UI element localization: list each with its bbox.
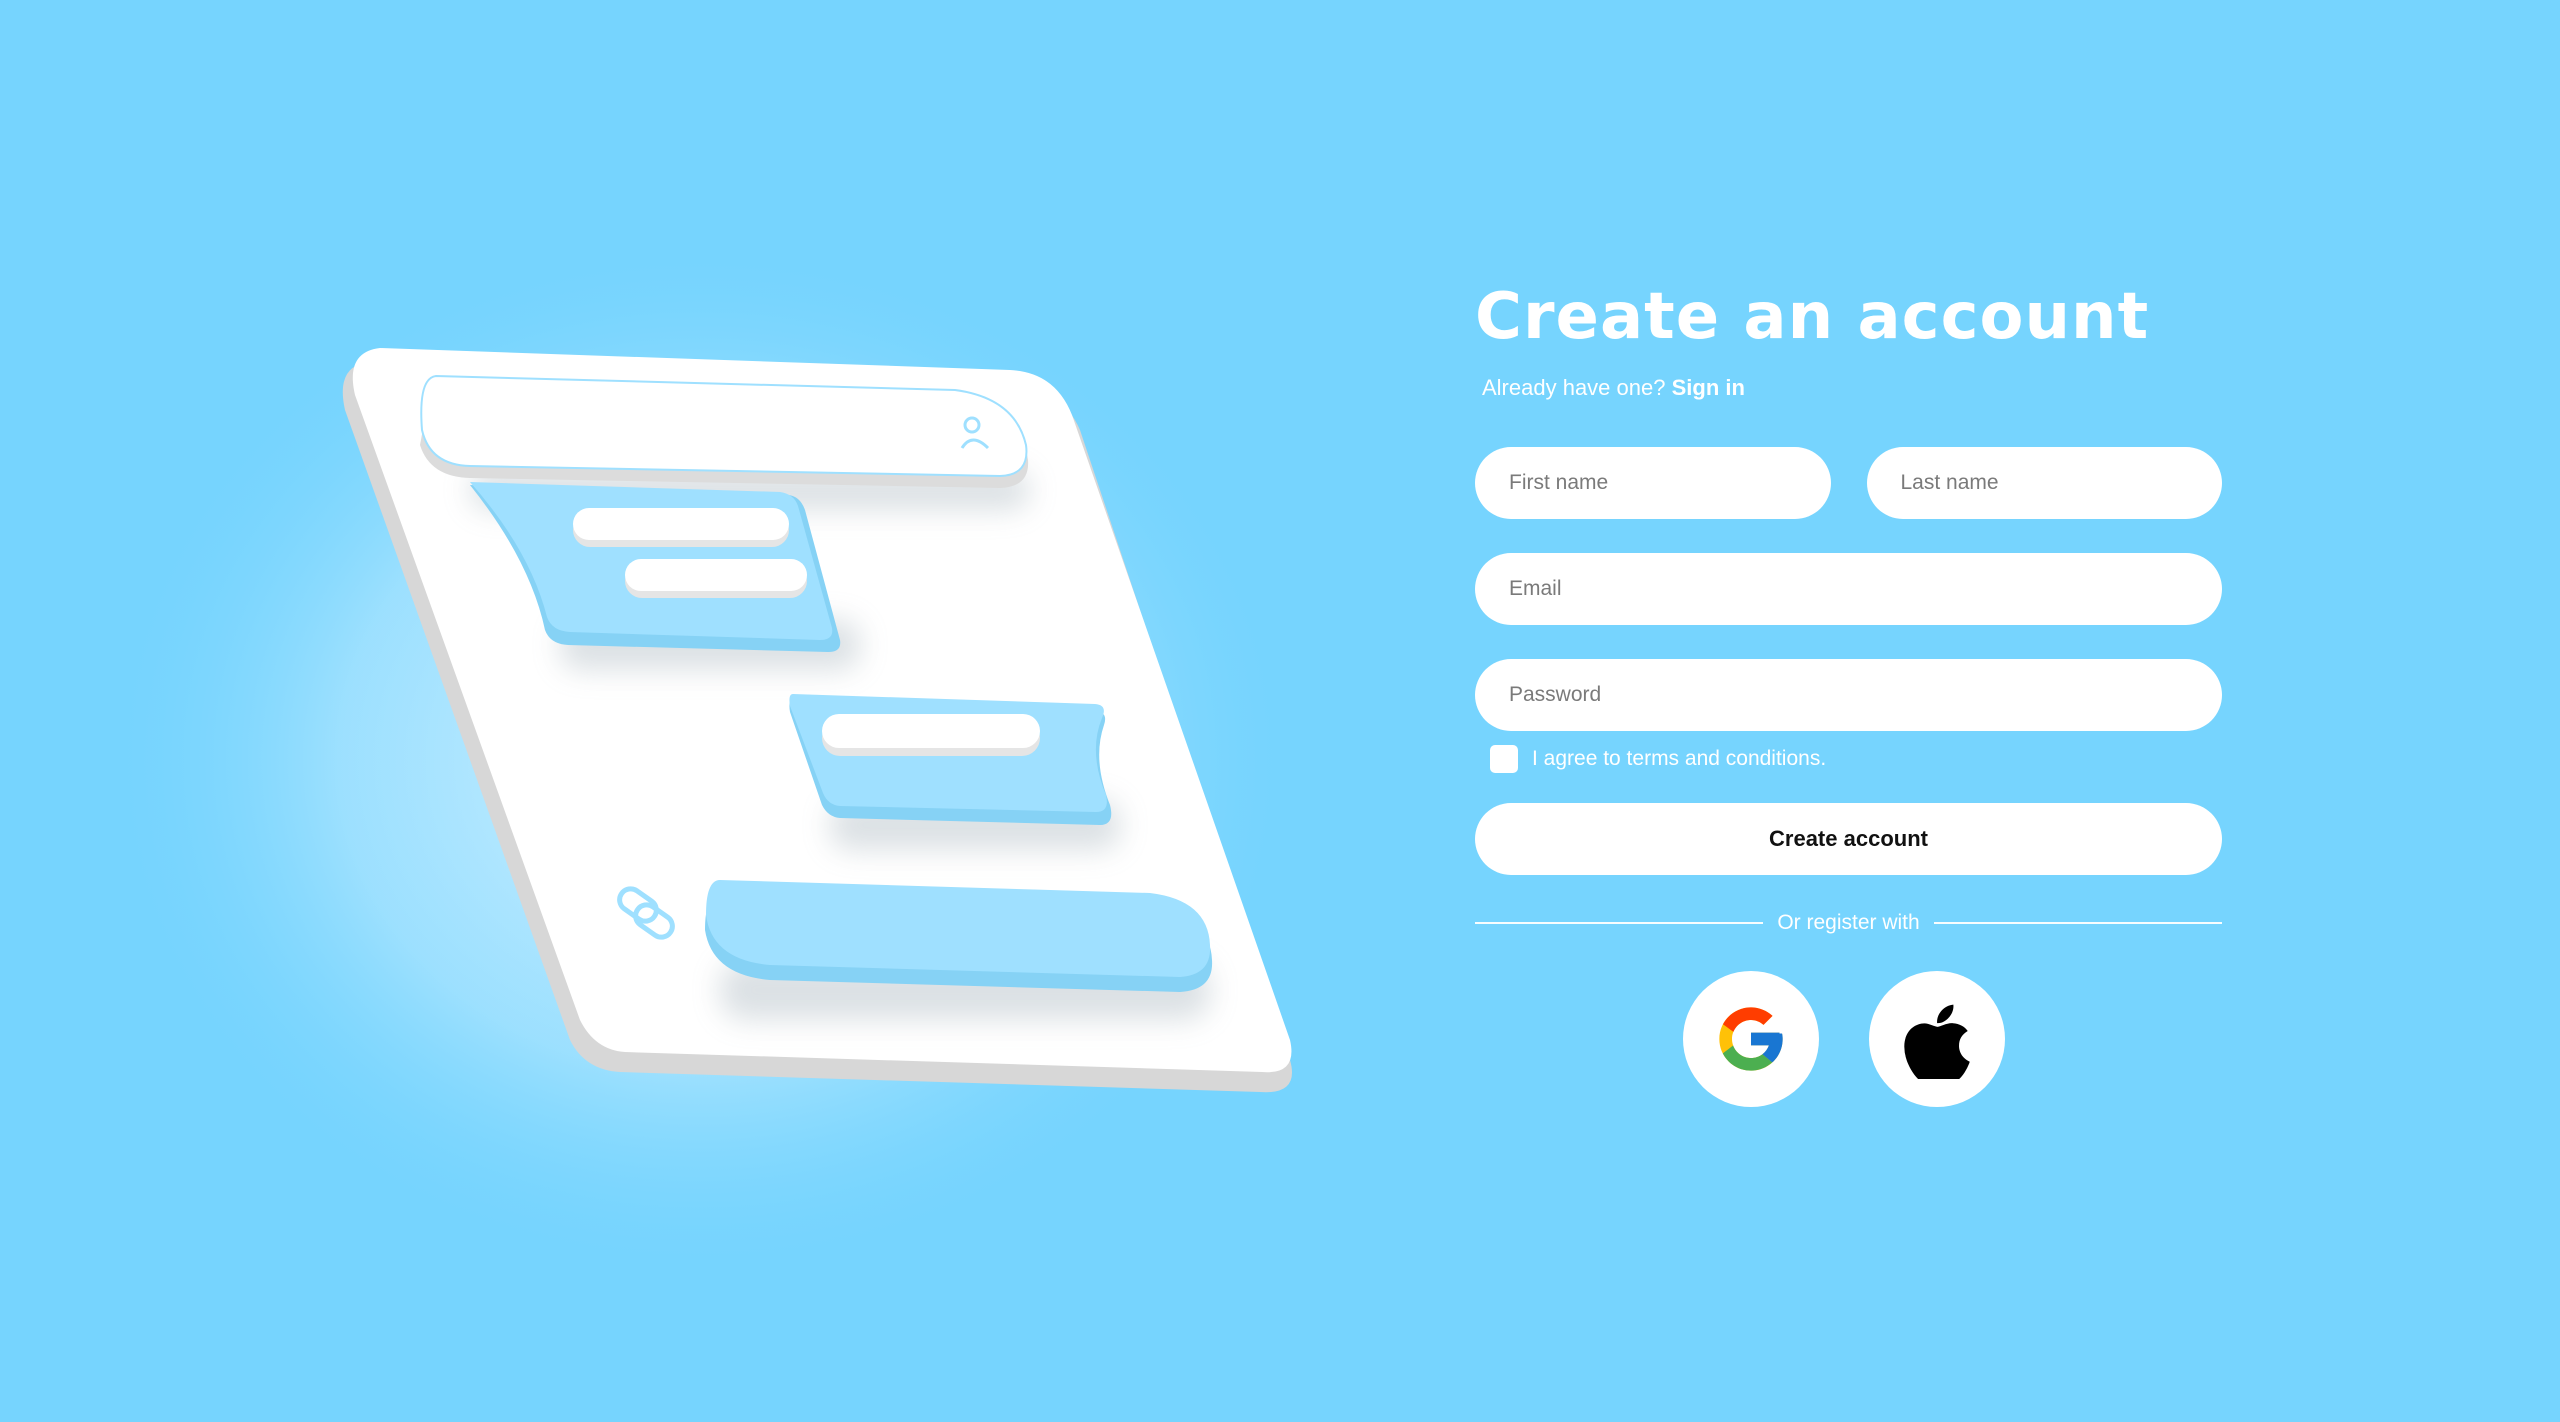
- first-name-field[interactable]: [1475, 447, 1831, 519]
- apple-icon: [1903, 1004, 1970, 1079]
- divider-line-right: [1933, 922, 2222, 924]
- signup-page: Create an account Already have one? Sign…: [0, 0, 2560, 1422]
- apple-signin-button[interactable]: [1868, 971, 2005, 1107]
- signup-form: Create an account Already have one? Sign…: [1475, 285, 2222, 1107]
- chat-illustration-graphic: [100, 240, 1300, 1280]
- bubble-line: [822, 714, 1040, 748]
- bubble-line: [573, 508, 789, 540]
- email-row: [1475, 553, 2222, 625]
- terms-label: I agree to terms and conditions.: [1532, 747, 1827, 770]
- register-divider: Or register with: [1475, 911, 2222, 935]
- signin-prompt: Already have one? Sign in: [1482, 375, 2222, 401]
- google-signin-button[interactable]: [1682, 971, 1819, 1107]
- bubble-line: [625, 559, 807, 591]
- signin-prompt-text: Already have one?: [1482, 375, 1666, 400]
- page-title: Create an account: [1475, 280, 2150, 354]
- password-row: [1475, 659, 2222, 731]
- password-field[interactable]: [1475, 659, 2222, 731]
- google-icon: [1718, 1007, 1783, 1071]
- signin-link[interactable]: Sign in: [1672, 375, 1745, 400]
- search-bar: [420, 374, 1028, 478]
- message-input-bar: [706, 880, 1211, 977]
- terms-row: I agree to terms and conditions.: [1490, 745, 2222, 773]
- terms-checkbox[interactable]: [1490, 745, 1518, 773]
- last-name-field[interactable]: [1866, 447, 2222, 519]
- create-account-button[interactable]: Create account: [1475, 803, 2222, 875]
- divider-line-left: [1475, 922, 1764, 924]
- chat-illustration: [0, 0, 1400, 1422]
- social-buttons: [1465, 971, 2222, 1107]
- divider-text: Or register with: [1777, 911, 1920, 934]
- name-row: [1475, 447, 2222, 519]
- email-field[interactable]: [1475, 553, 2222, 625]
